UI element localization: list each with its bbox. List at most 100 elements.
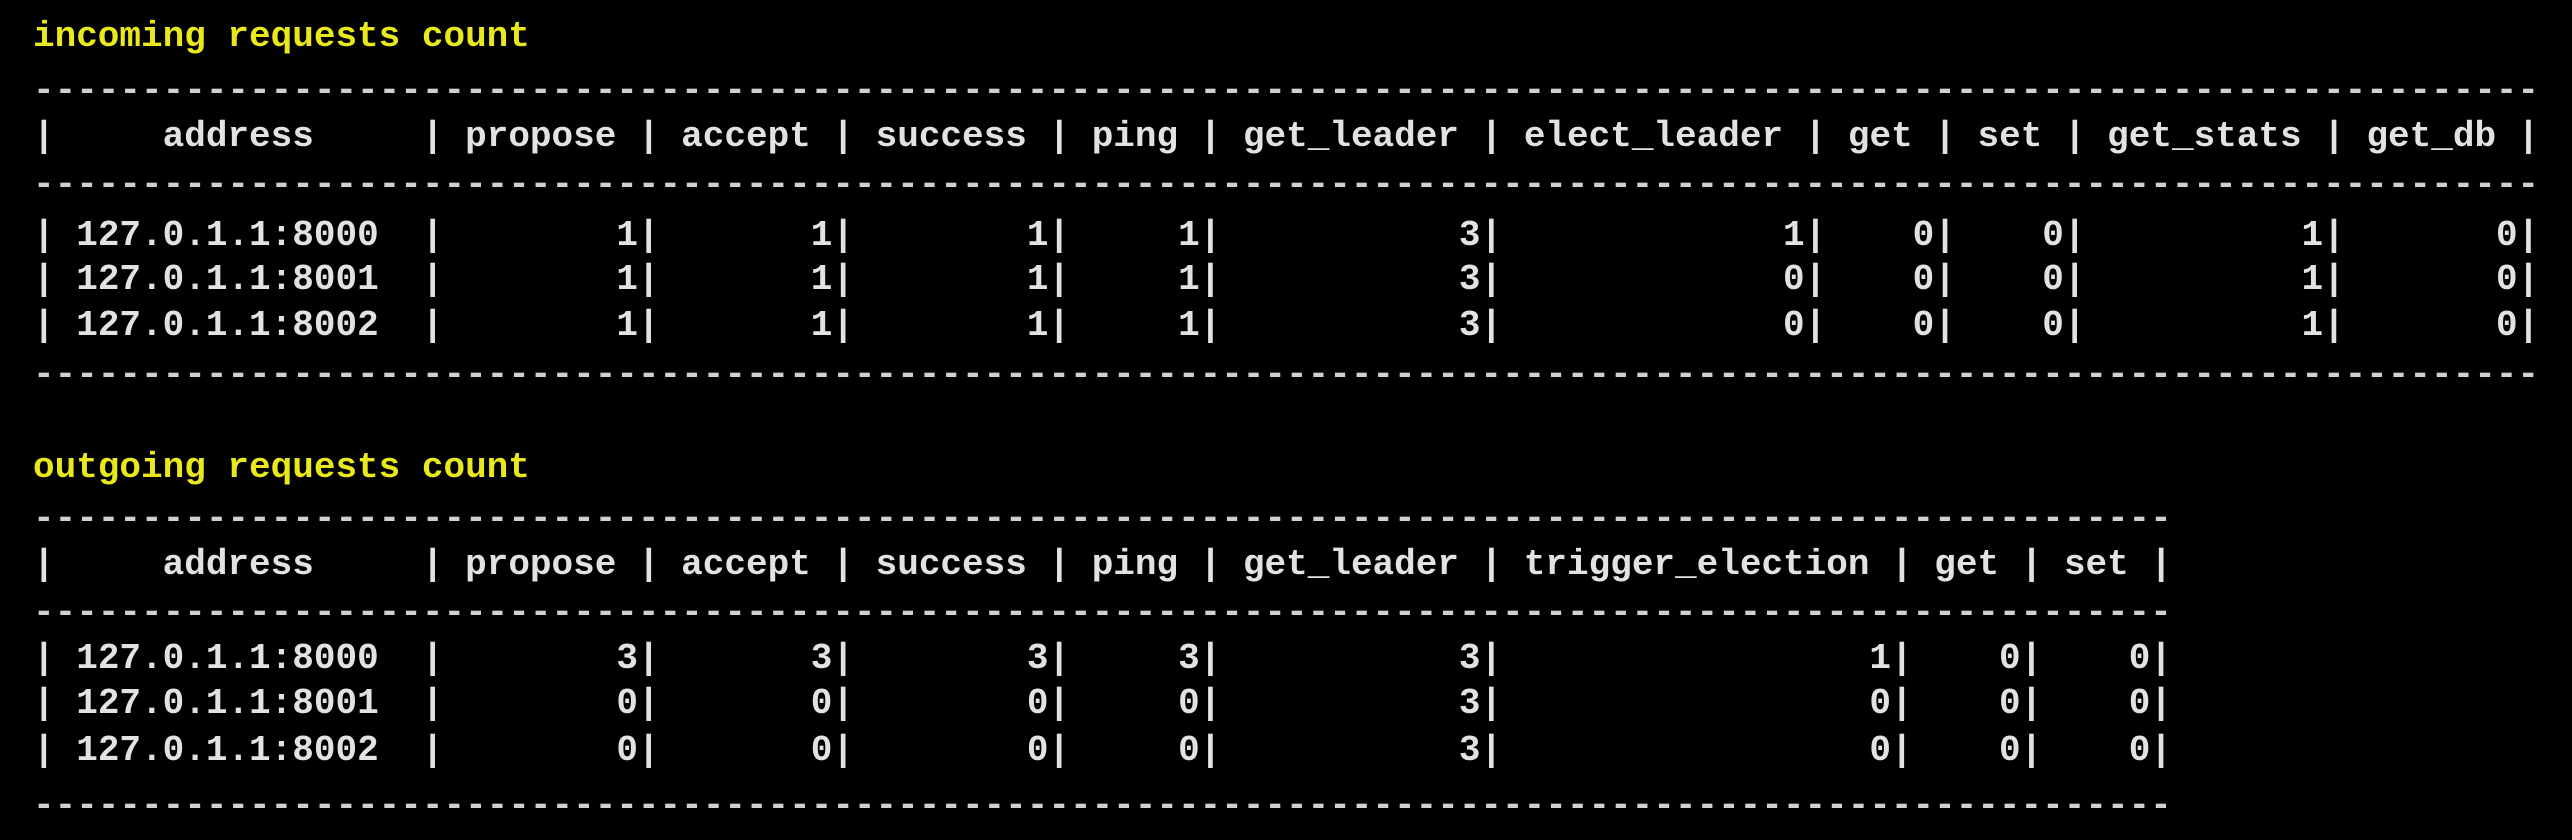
table-header-row: | address | propose | accept | success |… bbox=[33, 114, 2539, 159]
address-cell: 127.0.1.1:8000 bbox=[76, 215, 379, 256]
column-separator: | bbox=[1934, 215, 1956, 256]
column-header-ping: ping bbox=[1091, 116, 1179, 157]
table-divider: ----------------------------------------… bbox=[33, 592, 2172, 633]
count-cell-elect-leader: 0 bbox=[1783, 305, 1805, 346]
address-cell: 127.0.1.1:8000 bbox=[76, 638, 379, 679]
column-separator: | bbox=[1458, 116, 1503, 157]
column-separator: | bbox=[1199, 638, 1222, 679]
column-separator: | bbox=[1869, 544, 1913, 585]
address-cell: 127.0.1.1:8002 bbox=[76, 305, 379, 346]
column-separator: | bbox=[1480, 638, 1503, 679]
column-separator: | bbox=[2128, 544, 2172, 585]
column-header-get: get bbox=[1847, 116, 1913, 157]
column-header-set: set bbox=[1977, 116, 2043, 157]
column-header-trigger-election: trigger_election bbox=[1523, 544, 1870, 585]
column-separator: | bbox=[810, 116, 855, 157]
column-separator: | bbox=[832, 305, 854, 346]
count-cell-propose: 3 bbox=[616, 638, 638, 679]
column-separator: | bbox=[1199, 683, 1222, 724]
column-separator: | bbox=[637, 305, 660, 346]
count-cell-set: 0 bbox=[2128, 638, 2151, 679]
table-row: | 127.0.1.1:8000 | 3| 3| 3| 3| 3| 1| 0| … bbox=[33, 636, 2172, 681]
count-cell-set: 0 bbox=[2042, 305, 2064, 346]
table-row: | 127.0.1.1:8002 | 1| 1| 1| 1| 3| 0| 0| … bbox=[33, 303, 2539, 348]
count-cell-accept: 0 bbox=[810, 730, 833, 771]
column-header-success: success bbox=[875, 116, 1027, 157]
column-separator: | bbox=[637, 683, 660, 724]
column-separator: | bbox=[1048, 730, 1071, 771]
column-separator: | bbox=[2150, 730, 2172, 771]
column-separator: | bbox=[33, 215, 77, 256]
count-cell-get-stats: 1 bbox=[2301, 305, 2324, 346]
column-separator: | bbox=[1480, 259, 1503, 300]
column-separator: | bbox=[1026, 116, 1071, 157]
column-separator: | bbox=[832, 683, 854, 724]
count-cell-propose: 1 bbox=[616, 305, 638, 346]
column-separator: | bbox=[1912, 116, 1956, 157]
count-cell-get-db: 0 bbox=[2496, 305, 2518, 346]
count-cell-set: 0 bbox=[2042, 259, 2064, 300]
column-header-success: success bbox=[875, 544, 1027, 585]
count-cell-get-stats: 1 bbox=[2301, 259, 2324, 300]
column-separator: | bbox=[1480, 683, 1503, 724]
column-header-get-leader: get_leader bbox=[1242, 544, 1459, 585]
column-separator: | bbox=[1048, 215, 1071, 256]
column-separator: | bbox=[2020, 638, 2043, 679]
column-separator: | bbox=[378, 638, 444, 679]
column-header-elect-leader: elect_leader bbox=[1523, 116, 1784, 157]
count-cell-set: 0 bbox=[2128, 730, 2151, 771]
column-separator: | bbox=[1783, 116, 1827, 157]
column-separator: | bbox=[637, 730, 660, 771]
column-separator: | bbox=[1178, 116, 1222, 157]
table-row: | 127.0.1.1:8001 | 1| 1| 1| 1| 3| 0| 0| … bbox=[33, 257, 2539, 302]
column-header-address: address bbox=[162, 116, 314, 157]
table-row: | 127.0.1.1:8001 | 0| 0| 0| 0| 3| 0| 0| … bbox=[33, 681, 2172, 726]
column-separator: | bbox=[2323, 259, 2345, 300]
count-cell-success: 3 bbox=[1026, 638, 1049, 679]
count-cell-get-leader: 3 bbox=[1458, 638, 1481, 679]
count-cell-success: 0 bbox=[1026, 683, 1049, 724]
count-cell-success: 0 bbox=[1026, 730, 1049, 771]
column-header-get-leader: get_leader bbox=[1242, 116, 1459, 157]
column-header-get: get bbox=[1934, 544, 2000, 585]
column-separator: | bbox=[1026, 544, 1071, 585]
column-separator: | bbox=[637, 215, 660, 256]
column-separator: | bbox=[1458, 544, 1503, 585]
column-separator: | bbox=[616, 544, 660, 585]
count-cell-get-db: 0 bbox=[2496, 215, 2518, 256]
count-cell-set: 0 bbox=[2042, 215, 2064, 256]
column-header-set: set bbox=[2063, 544, 2129, 585]
count-cell-get-db: 0 bbox=[2496, 259, 2518, 300]
count-cell-get-leader: 3 bbox=[1458, 305, 1481, 346]
